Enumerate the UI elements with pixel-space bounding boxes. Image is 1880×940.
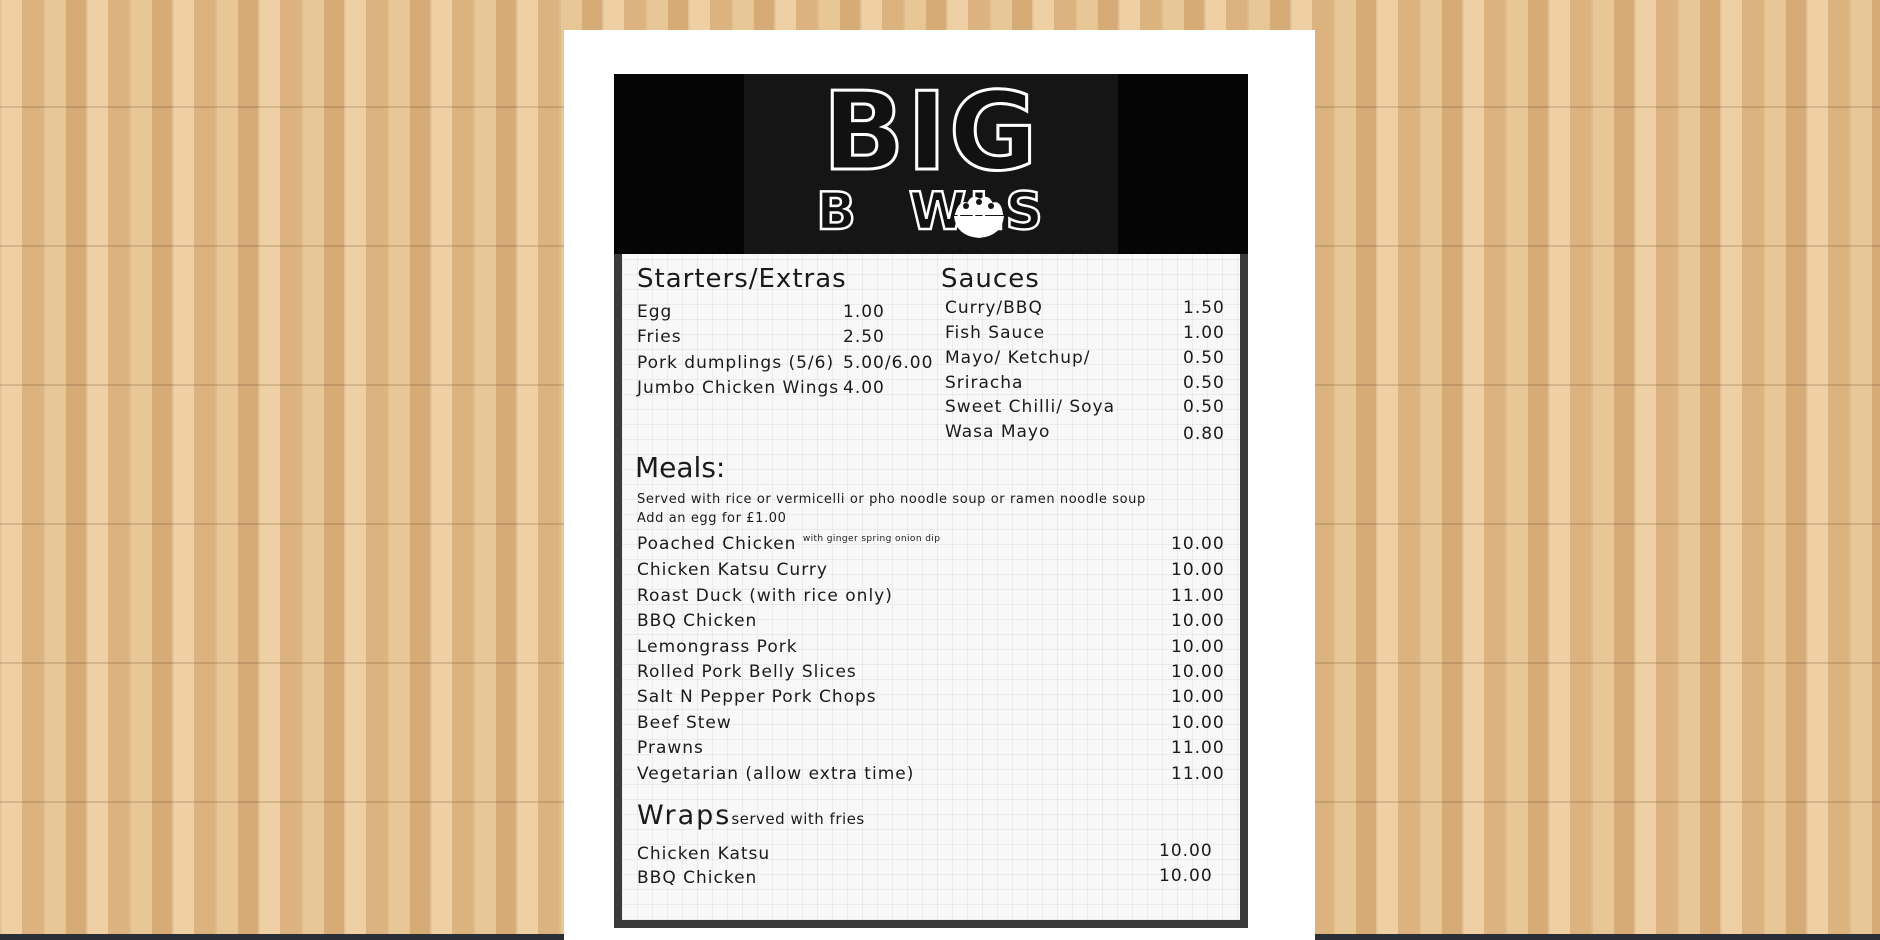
starter-name: Fries bbox=[637, 327, 682, 347]
sauce-name: Wasa Mayo bbox=[945, 422, 1051, 442]
starter-name: Pork dumplings (5/6) bbox=[637, 353, 835, 373]
meal-price: 11.00 bbox=[1171, 764, 1225, 784]
meal-name: Vegetarian (allow extra time) bbox=[637, 764, 915, 784]
meal-price: 10.00 bbox=[1171, 662, 1225, 682]
starter-price: 2.50 bbox=[843, 327, 885, 347]
logo-panel: BIG BWLS bbox=[744, 70, 1118, 254]
sauce-name: Mayo/ Ketchup/ bbox=[945, 348, 1091, 368]
logo-bowls-b: B bbox=[815, 181, 859, 244]
meal-price: 11.00 bbox=[1171, 738, 1225, 758]
meal-price: 10.00 bbox=[1171, 611, 1225, 631]
meals-heading: Meals: bbox=[635, 451, 726, 484]
meal-price: 10.00 bbox=[1171, 713, 1225, 733]
sauce-name: Curry/BBQ bbox=[945, 298, 1043, 318]
starter-name: Egg bbox=[637, 302, 673, 322]
sauce-name: Sweet Chilli/ Soya bbox=[945, 397, 1116, 417]
wrap-name: Chicken Katsu bbox=[637, 844, 771, 864]
wraps-heading: Wraps bbox=[637, 800, 732, 831]
sauces-heading: Sauces bbox=[941, 264, 1040, 294]
meal-name: Beef Stew bbox=[637, 713, 732, 733]
wraps-heading-line: Wrapsserved with fries bbox=[637, 800, 865, 831]
rice-bowl-icon bbox=[954, 196, 1004, 238]
logo-big-text: BIG bbox=[821, 70, 1040, 195]
meal-name: Chicken Katsu Curry bbox=[637, 560, 828, 580]
meal-name: Salt N Pepper Pork Chops bbox=[637, 687, 877, 707]
meal-price: 10.00 bbox=[1171, 560, 1225, 580]
wrap-name: BBQ Chicken bbox=[637, 868, 758, 888]
sauce-price: 0.50 bbox=[1183, 348, 1225, 368]
meal-price: 10.00 bbox=[1171, 687, 1225, 707]
meal-extra-note: with ginger spring onion dip bbox=[802, 534, 941, 544]
wrap-price: 10.00 bbox=[1159, 841, 1213, 861]
menu-header: BIG BWLS bbox=[614, 70, 1248, 254]
sauce-price: 0.50 bbox=[1183, 373, 1225, 393]
meal-price: 11.00 bbox=[1171, 586, 1225, 606]
meal-name: Rolled Pork Belly Slices bbox=[637, 662, 857, 682]
sauce-name: Fish Sauce bbox=[945, 323, 1046, 343]
meals-egg-note: Add an egg for £1.00 bbox=[637, 511, 787, 526]
starter-price: 4.00 bbox=[843, 378, 885, 398]
starters-heading: Starters/Extras bbox=[637, 264, 847, 294]
meal-name: Lemongrass Pork bbox=[637, 637, 798, 657]
starter-price: 5.00/6.00 bbox=[843, 353, 934, 373]
starter-name: Jumbo Chicken Wings bbox=[637, 378, 840, 398]
sauce-price: 0.80 bbox=[1183, 424, 1225, 444]
sauce-price: 1.00 bbox=[1183, 323, 1225, 343]
meal-name: BBQ Chicken bbox=[637, 611, 758, 631]
wraps-subheading: served with fries bbox=[731, 810, 865, 828]
logo-bowls-text: BWLS bbox=[744, 181, 1118, 244]
meal-price: 10.00 bbox=[1171, 534, 1225, 554]
meals-note: Served with rice or vermicelli or pho no… bbox=[637, 492, 1146, 507]
sauce-price: 1.50 bbox=[1183, 298, 1225, 318]
wrap-price: 10.00 bbox=[1159, 866, 1213, 886]
meal-name: Roast Duck (with rice only) bbox=[637, 586, 893, 606]
sauce-price: 0.50 bbox=[1183, 397, 1225, 417]
sauce-name: Sriracha bbox=[945, 373, 1024, 393]
meal-price: 10.00 bbox=[1171, 637, 1225, 657]
meal-name: Prawns bbox=[637, 738, 704, 758]
meal-name: Poached Chicken with ginger spring onion… bbox=[637, 534, 940, 554]
meal-name-text: Poached Chicken bbox=[637, 534, 797, 554]
starter-price: 1.00 bbox=[843, 302, 885, 322]
